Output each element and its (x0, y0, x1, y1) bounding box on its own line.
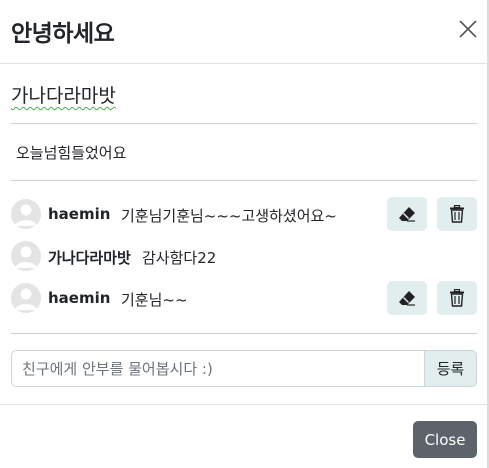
close-x-icon[interactable] (457, 18, 479, 40)
edit-comment-button[interactable] (387, 281, 427, 315)
modal-title: 안녕하세요 (11, 21, 115, 47)
comment-author: haemin (48, 289, 111, 307)
eraser-icon (398, 206, 416, 222)
comment-author: 가나다라마밧 (48, 249, 131, 267)
comment-author: haemin (48, 205, 111, 223)
comment-item: 가나다라마밧 감사함다22 (11, 239, 477, 275)
trash-icon (449, 205, 465, 223)
comment-item: haemin 기훈님~~ (11, 281, 477, 317)
avatar (11, 283, 41, 313)
avatar (11, 199, 41, 229)
submit-comment-button[interactable]: 등록 (425, 350, 477, 387)
delete-comment-button[interactable] (437, 281, 477, 315)
comment-list: haemin 기훈님기훈님~~~고생하셨어요~ 가나다라마밧 감사함다22 ha… (11, 181, 477, 334)
avatar (11, 241, 41, 271)
comment-text: 감사함다22 (142, 249, 217, 267)
edit-comment-button[interactable] (387, 197, 427, 231)
comment-input[interactable] (11, 350, 425, 387)
eraser-icon (398, 290, 416, 306)
comment-form: 등록 (11, 350, 477, 387)
modal-header: 안녕하세요 (0, 0, 489, 64)
comment-modal: 안녕하세요 가나다라마밧 오늘넘힘들었어요 haemin 기훈님기훈님~~~고생… (0, 0, 489, 468)
comment-text: 기훈님기훈님~~~고생하셨어요~ (121, 207, 337, 225)
modal-footer: Close (0, 404, 489, 468)
delete-comment-button[interactable] (437, 197, 477, 231)
close-button[interactable]: Close (413, 421, 477, 458)
post-content: 오늘넘힘들었어요 (16, 144, 127, 162)
post-title: 가나다라마밧 (11, 85, 116, 107)
comment-item: haemin 기훈님기훈님~~~고생하셨어요~ (11, 197, 477, 233)
post-content-row: 오늘넘힘들었어요 (11, 124, 477, 181)
post-title-row: 가나다라마밧 (11, 64, 477, 124)
trash-icon (449, 289, 465, 307)
comment-text: 기훈님~~ (121, 291, 188, 309)
